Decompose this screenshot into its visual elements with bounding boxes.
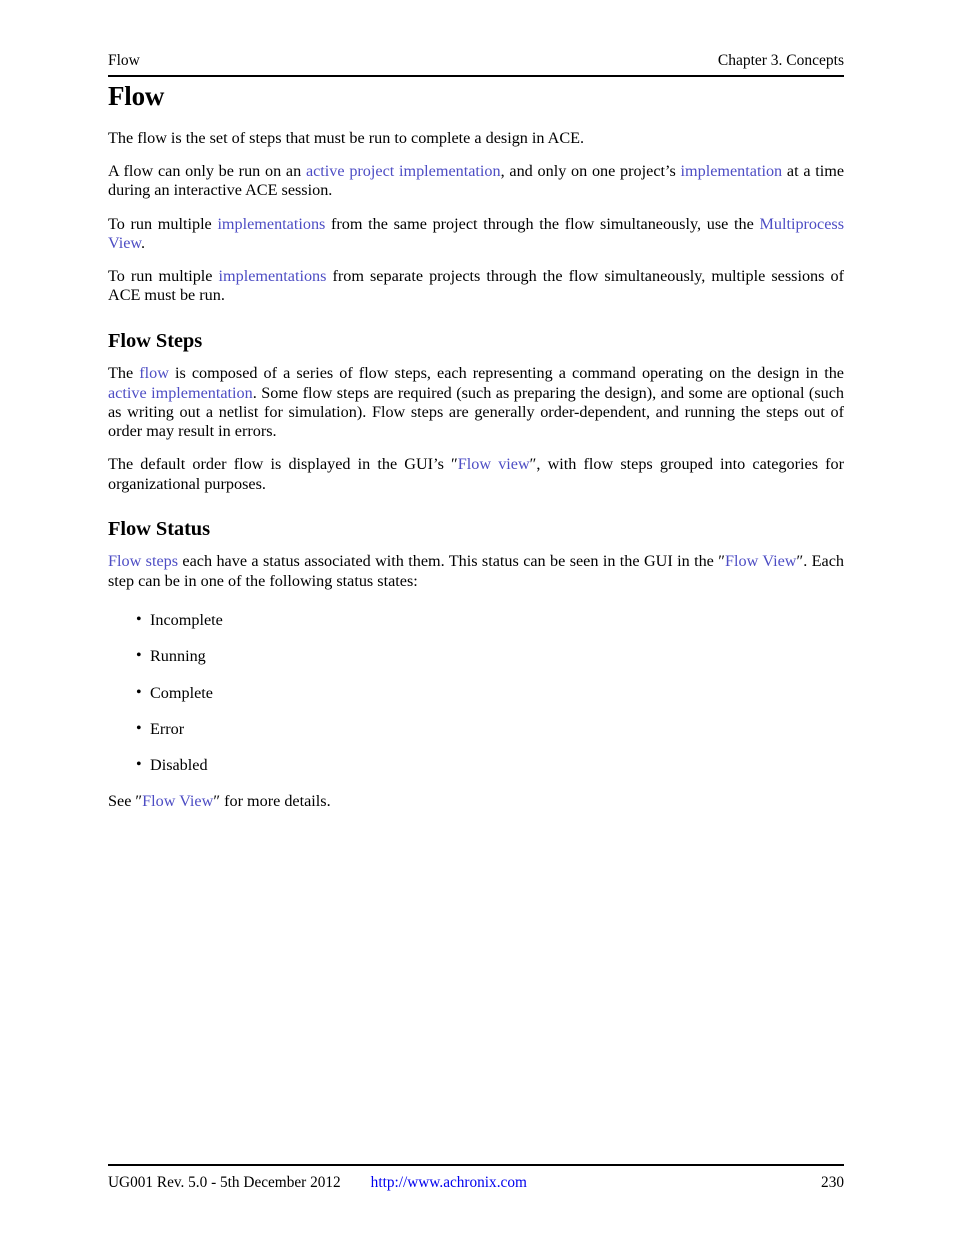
text-segment: is composed of a series of flow steps, e… (168, 364, 844, 383)
list-item: • Error (108, 720, 844, 739)
paragraph-intro: The flow is the set of steps that must b… (108, 129, 844, 148)
link-flow-view[interactable]: Flow view (458, 455, 530, 473)
footer-rule (108, 1164, 844, 1166)
running-header-left: Flow (108, 52, 140, 69)
list-item: • Incomplete (108, 611, 844, 630)
bullet-icon: • (136, 611, 142, 629)
paragraph-flow-status-desc: Flow steps each have a status associated… (108, 552, 844, 591)
paragraph-flow-scope: A flow can only be run on an active proj… (108, 162, 844, 201)
page-content: Flow The flow is the set of steps that m… (108, 81, 844, 812)
text-segment: See ″ (108, 792, 143, 811)
list-item-label: Running (150, 647, 206, 666)
running-header: Flow Chapter 3. Concepts (108, 52, 844, 71)
list-item-label: Complete (150, 683, 213, 702)
bullet-icon: • (136, 647, 142, 665)
text-segment: ″ for more details. (213, 792, 331, 811)
page-number: 230 (821, 1174, 844, 1191)
list-item: • Disabled (108, 756, 844, 775)
text-segment: from the same project through the flow s… (325, 214, 760, 233)
page-title: Flow (108, 81, 165, 111)
list-item-label: Error (150, 719, 185, 738)
text-segment: The flow is the set of steps that must b… (108, 128, 585, 147)
link-implementations-2[interactable]: implementations (219, 267, 327, 285)
link-implementations[interactable]: implementations (217, 215, 325, 233)
text-segment: To run multiple (108, 214, 218, 233)
footer-url-link[interactable]: http://www.achronix.com (371, 1174, 527, 1192)
footer-revision-note: UG001 Rev. 5.0 - 5th December 2012 (108, 1174, 341, 1191)
text-segment: . (141, 233, 146, 252)
list-item: • Complete (108, 684, 844, 703)
text-segment: , and only on one project’s (500, 161, 681, 180)
paragraph-multiprocess: To run multiple implementations from the… (108, 215, 844, 254)
section-heading-flow-steps: Flow Steps (108, 329, 203, 352)
link-flow[interactable]: flow (139, 364, 169, 382)
bullet-icon: • (136, 683, 142, 701)
status-states-list: • Incomplete • Running • Complete • Error • D… (108, 611, 844, 775)
link-flow-steps[interactable]: Flow steps (108, 552, 178, 570)
document-page: Flow Chapter 3. Concepts Flow The flow i… (0, 0, 954, 1235)
page-footer: UG001 Rev. 5.0 - 5th December 2012 http:… (108, 1174, 844, 1192)
link-implementation[interactable]: implementation (681, 162, 783, 180)
text-segment: To run multiple (108, 267, 219, 286)
list-item: • Running (108, 647, 844, 666)
header-rule (108, 75, 844, 77)
link-active-implementation[interactable]: active implementation (108, 384, 253, 402)
text-segment: A flow can only be run on an (108, 161, 306, 180)
link-active-project-implementation[interactable]: active project implementation (306, 162, 501, 180)
section-heading-flow-status: Flow Status (108, 517, 210, 540)
running-header-right: Chapter 3. Concepts (717, 52, 844, 69)
paragraph-default-order: The default order flow is displayed in t… (108, 455, 844, 494)
paragraph-separate-projects: To run multiple implementations from sep… (108, 267, 844, 306)
link-flow-view-3[interactable]: Flow View (142, 792, 213, 810)
list-item-label: Disabled (150, 756, 208, 775)
paragraph-see-more: See ″Flow View″ for more details. (108, 792, 844, 811)
text-segment: each have a status associated with them.… (178, 552, 725, 571)
bullet-icon: • (136, 756, 142, 774)
text-segment: The default order flow is displayed in t… (108, 455, 458, 474)
list-item-label: Incomplete (150, 611, 223, 630)
text-segment: The (108, 364, 140, 383)
bullet-icon: • (136, 719, 142, 737)
paragraph-flow-steps-desc: The flow is composed of a series of flow… (108, 364, 844, 441)
link-flow-view-2[interactable]: Flow View (725, 552, 796, 570)
